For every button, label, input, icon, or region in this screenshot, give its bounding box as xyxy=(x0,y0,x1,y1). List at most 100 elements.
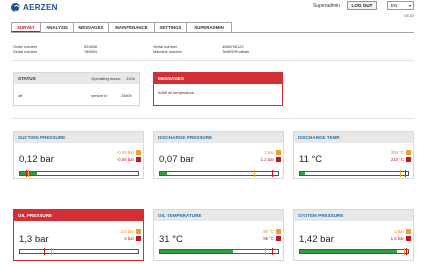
operating-hours-value: 120h xyxy=(126,76,135,81)
gauge-value: 11 °C xyxy=(299,154,323,165)
status-title-text: STATUS xyxy=(18,76,36,81)
alarm-marker xyxy=(26,170,27,177)
warn-marker xyxy=(400,170,401,177)
tab-analysis[interactable]: ANALYSIS xyxy=(40,22,74,32)
warn-marker xyxy=(51,248,52,255)
alarm-marker xyxy=(405,170,406,177)
tab-survey[interactable]: SURVEY xyxy=(11,22,41,32)
info-values-right: 4066706122 TestRDProtblak xyxy=(222,44,249,54)
serial-number-value: 789654 xyxy=(84,49,97,54)
messages-title: MESSAGES xyxy=(154,73,282,84)
warn-square-icon xyxy=(276,150,281,155)
language-select[interactable]: EN ▾ xyxy=(387,1,414,10)
machine-number-value: TestRDProtblak xyxy=(222,49,250,54)
gauge-value: 1,42 bar xyxy=(299,234,334,245)
gauge-title: SYSTEM PRESSURE xyxy=(294,210,413,221)
warn-limit: 200 °C xyxy=(390,150,404,155)
tab-underline xyxy=(11,32,414,33)
alarm-limit: 210 °C xyxy=(390,157,404,162)
gauge-value: 1,3 bar xyxy=(19,234,49,245)
gauge-value: 0,12 bar xyxy=(19,154,54,165)
gauge-fill xyxy=(300,172,306,175)
tab-settings[interactable]: SETTINGS xyxy=(154,22,187,32)
gauge-bar xyxy=(299,170,409,177)
gauge-fill xyxy=(160,250,234,253)
logout-button[interactable]: LOG OUT xyxy=(347,1,377,10)
alarm-marker xyxy=(406,248,407,255)
alarm-square-icon xyxy=(136,236,141,241)
warn-limit: 2.5 bar xyxy=(120,229,134,234)
info-values-left: 523456 789654 xyxy=(84,44,97,54)
warn-marker xyxy=(404,248,405,255)
alarm-square-icon xyxy=(406,157,411,162)
gauge-title: OIL TEMPERATURE xyxy=(154,210,283,221)
divider xyxy=(11,60,414,61)
gauge-title: DISCHARGE PRESSURE xyxy=(154,132,283,143)
warn-limit: 3 bar xyxy=(394,229,404,234)
gauge-discharge-pressure: DISCHARGE PRESSURE 0,07 bar 1 bar 1.2 ba… xyxy=(153,131,284,179)
alarm-square-icon xyxy=(276,236,281,241)
warn-limit: -0.04 bar xyxy=(116,150,134,155)
tab-messages[interactable]: MESSAGES xyxy=(73,22,109,32)
gauge-bar xyxy=(19,170,139,177)
gauge-title: OIL PRESSURE xyxy=(14,210,143,221)
alarm-limit: 1.6 bar xyxy=(390,236,404,241)
warn-square-icon xyxy=(136,150,141,155)
warn-square-icon xyxy=(136,229,141,234)
warn-square-icon xyxy=(406,150,411,155)
app-header: AERZEN Superadmin LOG OUT EN ▾ xyxy=(0,0,425,13)
gauge-bar xyxy=(19,248,139,255)
language-value: EN xyxy=(391,3,398,8)
gauge-value: 31 °C xyxy=(159,234,183,245)
message-item[interactable]: A069 oil temperature xyxy=(158,90,194,95)
messages-card[interactable]: MESSAGES A069 oil temperature xyxy=(153,72,283,106)
gauge-oil-temperature: OIL TEMPERATURE 31 °C 90 °C 95 °C xyxy=(153,209,284,261)
gauge-bar xyxy=(159,248,279,255)
info-labels-left: Order number Serial number xyxy=(13,44,37,54)
alarm-marker xyxy=(44,248,45,255)
alarm-marker xyxy=(272,248,273,255)
chevron-down-icon: ▾ xyxy=(408,3,411,8)
service-value: 2360h xyxy=(121,93,132,98)
serial-number-label: Serial number xyxy=(13,49,38,54)
gauge-fill xyxy=(160,172,168,175)
service-label: service in xyxy=(91,93,108,98)
alarm-limit: -0.05 bar xyxy=(116,157,134,162)
alarm-square-icon xyxy=(406,236,411,241)
warn-square-icon xyxy=(276,229,281,234)
machine-number-label: Machine number xyxy=(153,49,182,54)
warn-marker xyxy=(254,170,255,177)
version-label: V8.02 xyxy=(404,14,414,18)
alarm-square-icon xyxy=(136,157,141,162)
operating-hours: Operating hours: 120h xyxy=(91,76,135,81)
gauge-title: DISCHARGE TEMP. xyxy=(294,132,413,143)
gauge-bar xyxy=(299,248,409,255)
status-title: STATUS Operating hours: 120h xyxy=(14,73,139,84)
status-card: STATUS Operating hours: 120h off service… xyxy=(13,72,140,106)
divider xyxy=(11,118,414,119)
alarm-limit: 95 °C xyxy=(263,236,274,241)
gauge-bar xyxy=(159,170,279,177)
warn-limit: 90 °C xyxy=(263,229,274,234)
aerzen-logo: AERZEN xyxy=(11,2,58,12)
gauge-discharge-temp: DISCHARGE TEMP. 11 °C 200 °C 210 °C xyxy=(293,131,414,179)
warn-marker xyxy=(265,248,266,255)
alarm-marker xyxy=(272,170,273,177)
tab-maintenance[interactable]: MAINTENANCE xyxy=(108,22,155,32)
tab-superadmin[interactable]: SUPERADMIN xyxy=(186,22,232,32)
alarm-square-icon xyxy=(276,157,281,162)
machine-state: off xyxy=(18,93,23,98)
alarm-limit: 2 bar xyxy=(124,236,134,241)
operating-hours-label: Operating hours: xyxy=(91,76,121,81)
gauge-fill xyxy=(300,250,398,253)
alarm-limit: 1.2 bar xyxy=(260,157,274,162)
info-labels-right: Serial number Machine number xyxy=(153,44,182,54)
gauge-suction-pressure: SUCTION PRESSURE 0,12 bar -0.04 bar -0.0… xyxy=(13,131,144,179)
gauge-system-pressure: SYSTEM PRESSURE 1,42 bar 3 bar 1.6 bar xyxy=(293,209,414,261)
current-user: Superadmin xyxy=(313,3,340,9)
logo-text: AERZEN xyxy=(23,2,58,12)
warn-marker xyxy=(28,170,29,177)
warn-square-icon xyxy=(406,229,411,234)
main-tabs: SURVEY ANALYSIS MESSAGES MAINTENANCE SET… xyxy=(11,22,232,32)
aerzen-logo-icon xyxy=(11,2,20,12)
